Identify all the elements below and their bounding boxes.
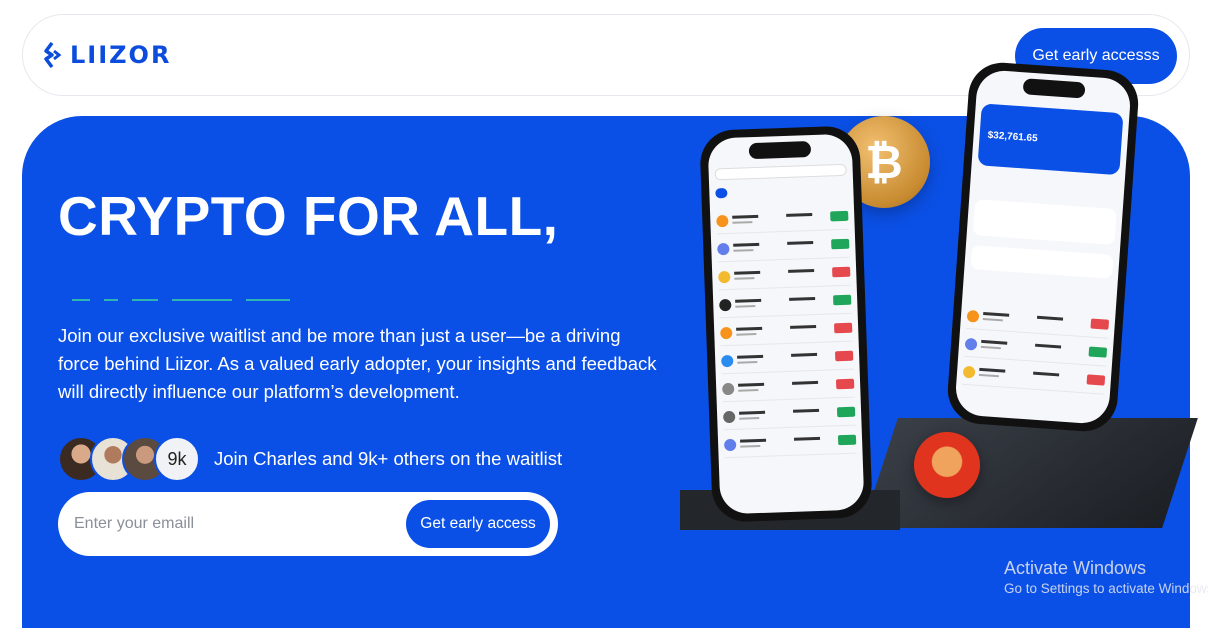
phone-notch [748, 141, 812, 160]
avatar-stack: 9k [58, 436, 200, 482]
avatar-count-badge: 9k [154, 436, 200, 482]
waitlist-text: Join Charles and 9k+ others on the waitl… [214, 448, 563, 469]
decorative-dashes [72, 299, 290, 301]
email-signup-form: Get early access [58, 492, 558, 556]
phone-mockup-market [699, 125, 873, 523]
logo[interactable]: LIIZOR [42, 41, 171, 69]
shiba-coin-icon [914, 432, 980, 498]
watermark-subtitle: Go to Settings to activate Windows. [1004, 581, 1208, 596]
phone-screen: $32,761.65 [954, 69, 1132, 425]
phone-notch [1022, 78, 1086, 99]
waitlist-social-proof: 9k Join Charles and 9k+ others on the wa… [58, 436, 562, 482]
pedestal-block [862, 418, 1198, 528]
get-early-access-button[interactable]: Get early access [406, 500, 550, 548]
logo-text: LIIZOR [70, 41, 172, 69]
watermark-title: Activate Windows [1004, 558, 1147, 578]
phone-mockup-home: $32,761.65 [945, 60, 1141, 434]
logo-mark-icon [44, 42, 62, 68]
balance-amount: $32,761.65 [987, 129, 1038, 145]
balance-card: $32,761.65 [977, 103, 1124, 176]
email-input[interactable] [74, 510, 374, 538]
hero-headline: CRYPTO FOR ALL, [58, 185, 559, 247]
activate-windows-watermark: Activate Windows Go to Settings to activ… [1004, 558, 1208, 596]
phone-screen [707, 133, 865, 515]
landing-page: LIIZOR Get early accesss CRYPTO FOR ALL,… [0, 0, 1208, 628]
hero-description: Join our exclusive waitlist and be more … [58, 325, 657, 402]
